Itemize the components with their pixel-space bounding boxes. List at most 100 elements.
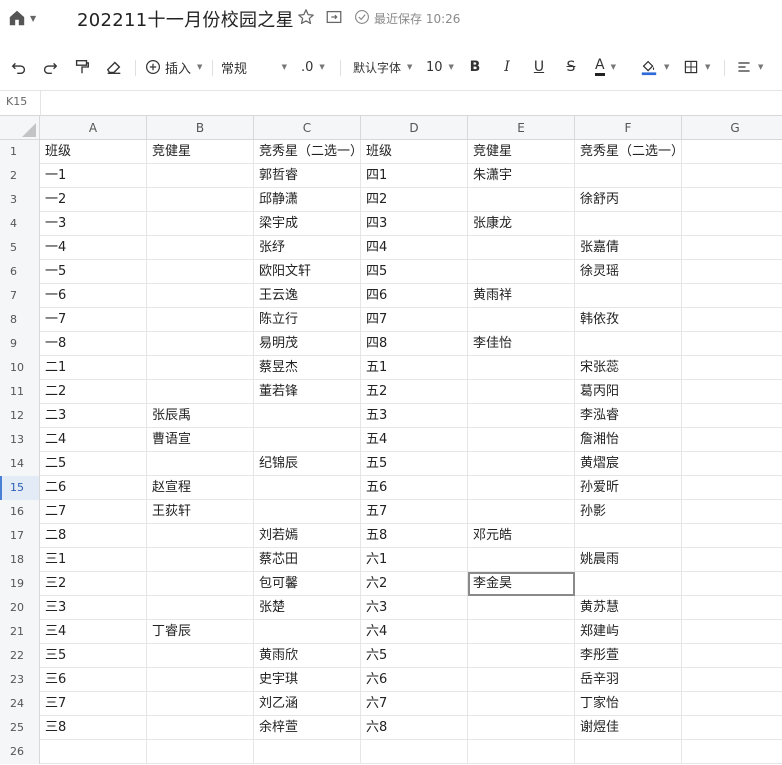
cell-c24[interactable]: 刘乙涵	[254, 692, 361, 716]
move-to-folder-icon[interactable]	[325, 8, 343, 26]
cell-g1[interactable]	[682, 140, 782, 164]
cell-g25[interactable]	[682, 716, 782, 740]
row-header[interactable]: 20	[0, 596, 40, 620]
cell-a3[interactable]: 一2	[40, 188, 147, 212]
cell-a19[interactable]: 三2	[40, 572, 147, 596]
cell-e17[interactable]: 邓元皓	[468, 524, 575, 548]
cell-a26[interactable]	[40, 740, 147, 764]
cell-a17[interactable]: 二8	[40, 524, 147, 548]
cell-b2[interactable]	[147, 164, 254, 188]
undo-button[interactable]	[10, 56, 28, 78]
cell-b5[interactable]	[147, 236, 254, 260]
cell-c20[interactable]: 张楚	[254, 596, 361, 620]
cell-a5[interactable]: 一4	[40, 236, 147, 260]
cell-g8[interactable]	[682, 308, 782, 332]
cell-g3[interactable]	[682, 188, 782, 212]
cell-c22[interactable]: 黄雨欣	[254, 644, 361, 668]
cell-c7[interactable]: 王云逸	[254, 284, 361, 308]
cell-a22[interactable]: 三5	[40, 644, 147, 668]
cell-d2[interactable]: 四1	[361, 164, 468, 188]
star-icon[interactable]	[297, 8, 315, 26]
cell-d23[interactable]: 六6	[361, 668, 468, 692]
cell-e23[interactable]	[468, 668, 575, 692]
cell-b21[interactable]: 丁睿辰	[147, 620, 254, 644]
cell-d18[interactable]: 六1	[361, 548, 468, 572]
cell-b7[interactable]	[147, 284, 254, 308]
cell-c6[interactable]: 欧阳文轩	[254, 260, 361, 284]
cell-c11[interactable]: 董若锋	[254, 380, 361, 404]
cell-g13[interactable]	[682, 428, 782, 452]
cell-f25[interactable]: 谢煜佳	[575, 716, 682, 740]
row-header[interactable]: 2	[0, 164, 40, 188]
cell-f6[interactable]: 徐灵瑶	[575, 260, 682, 284]
cell-b13[interactable]: 曹语宣	[147, 428, 254, 452]
cell-e19[interactable]: 李金昊	[468, 572, 575, 596]
cell-g24[interactable]	[682, 692, 782, 716]
home-button[interactable]: ▼	[8, 7, 38, 29]
cell-a13[interactable]: 二4	[40, 428, 147, 452]
cell-d16[interactable]: 五7	[361, 500, 468, 524]
cell-a20[interactable]: 三3	[40, 596, 147, 620]
row-header[interactable]: 3	[0, 188, 40, 212]
cell-b12[interactable]: 张辰禹	[147, 404, 254, 428]
row-header[interactable]: 25	[0, 716, 40, 740]
cell-g12[interactable]	[682, 404, 782, 428]
cell-e4[interactable]: 张康龙	[468, 212, 575, 236]
select-all-corner[interactable]	[0, 116, 40, 140]
row-header[interactable]: 19	[0, 572, 40, 596]
cell-e9[interactable]: 李佳怡	[468, 332, 575, 356]
cell-c25[interactable]: 余梓萱	[254, 716, 361, 740]
row-header[interactable]: 4	[0, 212, 40, 236]
fill-color-button[interactable]: ▼	[640, 56, 669, 78]
cell-f12[interactable]: 李泓睿	[575, 404, 682, 428]
cell-d19[interactable]: 六2	[361, 572, 468, 596]
cell-a15[interactable]: 二6	[40, 476, 147, 500]
cell-e26[interactable]	[468, 740, 575, 764]
row-header[interactable]: 6	[0, 260, 40, 284]
row-header[interactable]: 1	[0, 140, 40, 164]
cell-f17[interactable]	[575, 524, 682, 548]
cell-e16[interactable]	[468, 500, 575, 524]
cell-f1[interactable]: 竞秀星（二选一）	[575, 140, 684, 164]
row-header[interactable]: 8	[0, 308, 40, 332]
column-header-e[interactable]: E	[468, 116, 575, 140]
cell-c26[interactable]	[254, 740, 361, 764]
cell-b4[interactable]	[147, 212, 254, 236]
cell-c3[interactable]: 邱静潇	[254, 188, 361, 212]
row-header[interactable]: 24	[0, 692, 40, 716]
cell-c13[interactable]	[254, 428, 361, 452]
row-header[interactable]: 5	[0, 236, 40, 260]
font-family-select[interactable]: 默认字体 ▼	[353, 56, 412, 78]
cell-f21[interactable]: 郑建屿	[575, 620, 682, 644]
bold-button[interactable]: B	[468, 56, 482, 78]
cell-a11[interactable]: 二2	[40, 380, 147, 404]
cell-b9[interactable]	[147, 332, 254, 356]
cell-f26[interactable]	[575, 740, 682, 764]
cell-b8[interactable]	[147, 308, 254, 332]
cell-g10[interactable]	[682, 356, 782, 380]
cell-f5[interactable]: 张嘉倩	[575, 236, 682, 260]
cell-f13[interactable]: 詹湘怡	[575, 428, 682, 452]
cell-e1[interactable]: 竞健星	[468, 140, 575, 164]
cell-a21[interactable]: 三4	[40, 620, 147, 644]
column-header-f[interactable]: F	[575, 116, 682, 140]
cell-e18[interactable]	[468, 548, 575, 572]
cell-g20[interactable]	[682, 596, 782, 620]
clear-format-button[interactable]	[105, 56, 123, 78]
cell-g15[interactable]	[682, 476, 782, 500]
cell-d26[interactable]	[361, 740, 468, 764]
cell-g2[interactable]	[682, 164, 782, 188]
cell-c16[interactable]	[254, 500, 361, 524]
cell-c15[interactable]	[254, 476, 361, 500]
row-header[interactable]: 18	[0, 548, 40, 572]
cell-a2[interactable]: 一1	[40, 164, 147, 188]
cell-e5[interactable]	[468, 236, 575, 260]
cell-f22[interactable]: 李彤萱	[575, 644, 682, 668]
row-header[interactable]: 16	[0, 500, 40, 524]
cell-d12[interactable]: 五3	[361, 404, 468, 428]
cell-c8[interactable]: 陈立行	[254, 308, 361, 332]
cell-c1[interactable]: 竞秀星（二选一）	[254, 140, 363, 164]
cell-e6[interactable]	[468, 260, 575, 284]
row-header[interactable]: 15	[0, 476, 40, 500]
cell-b20[interactable]	[147, 596, 254, 620]
